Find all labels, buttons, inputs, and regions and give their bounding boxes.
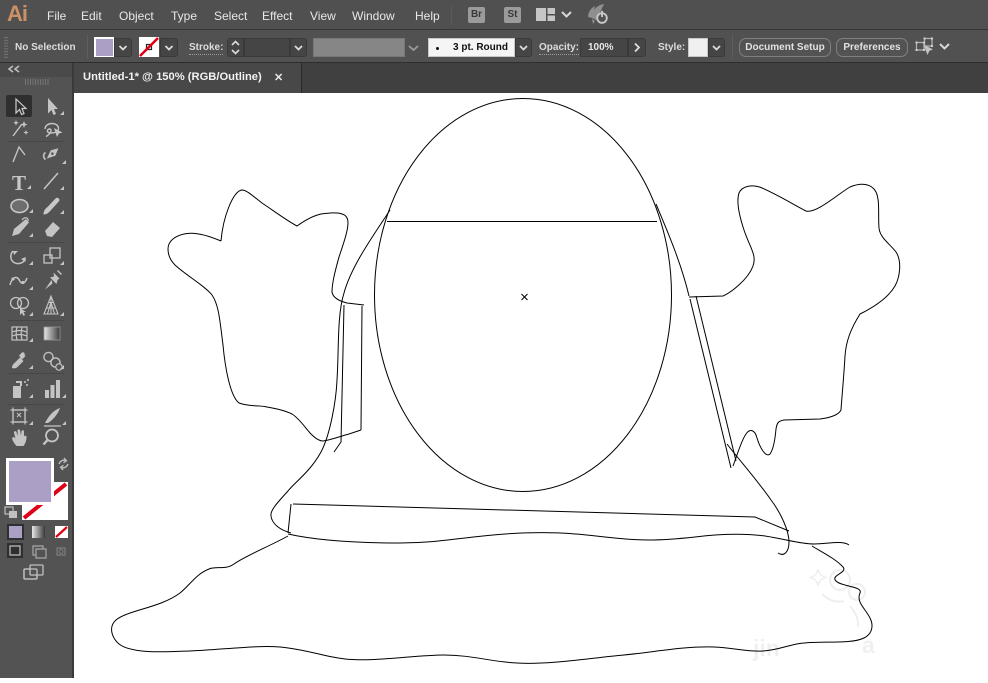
svg-text:a: a <box>862 632 875 658</box>
svg-text:T: T <box>12 171 26 195</box>
svg-text:jin: jin <box>752 635 780 661</box>
